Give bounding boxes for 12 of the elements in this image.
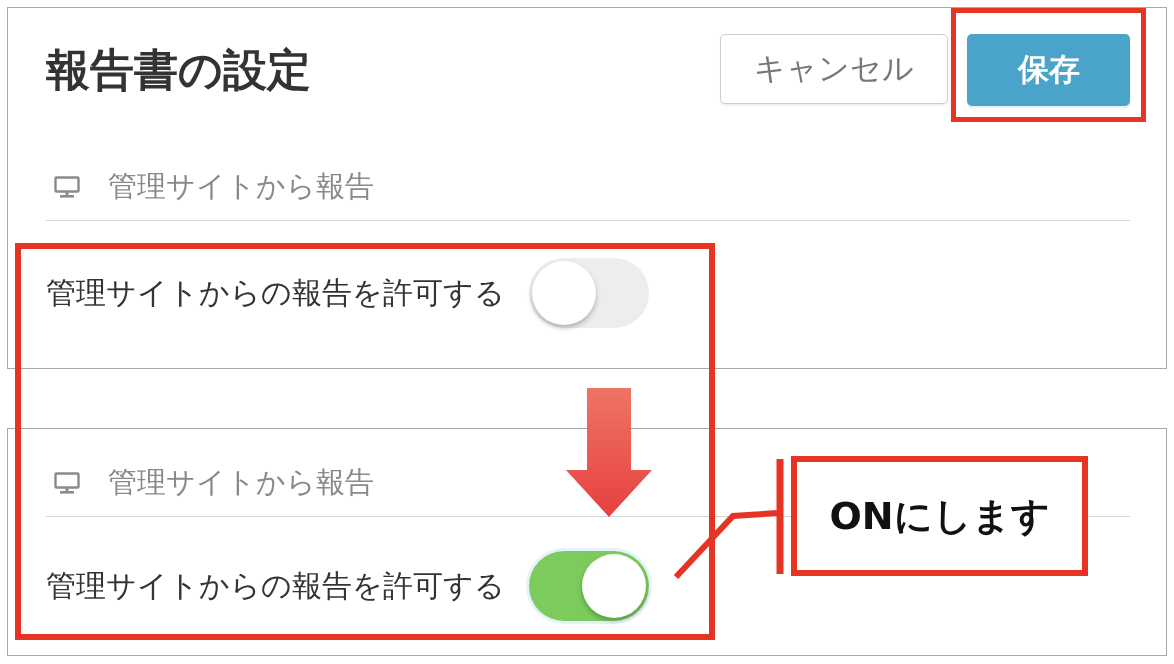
setting-label: 管理サイトからの報告を許可する (46, 566, 505, 605)
monitor-icon (54, 176, 80, 198)
section-heading: 管理サイトから報告 (108, 168, 374, 205)
toggle-switch[interactable] (529, 258, 649, 328)
section-heading: 管理サイトから報告 (108, 464, 374, 501)
setting-label: 管理サイトからの報告を許可する (46, 273, 505, 312)
save-button[interactable]: 保存 (967, 34, 1130, 106)
monitor-icon (54, 472, 80, 494)
page-title: 報告書の設定 (46, 42, 311, 97)
cancel-button[interactable]: キャンセル (720, 34, 948, 104)
toggle-switch[interactable] (529, 551, 649, 621)
callout: ONにします (791, 456, 1088, 576)
